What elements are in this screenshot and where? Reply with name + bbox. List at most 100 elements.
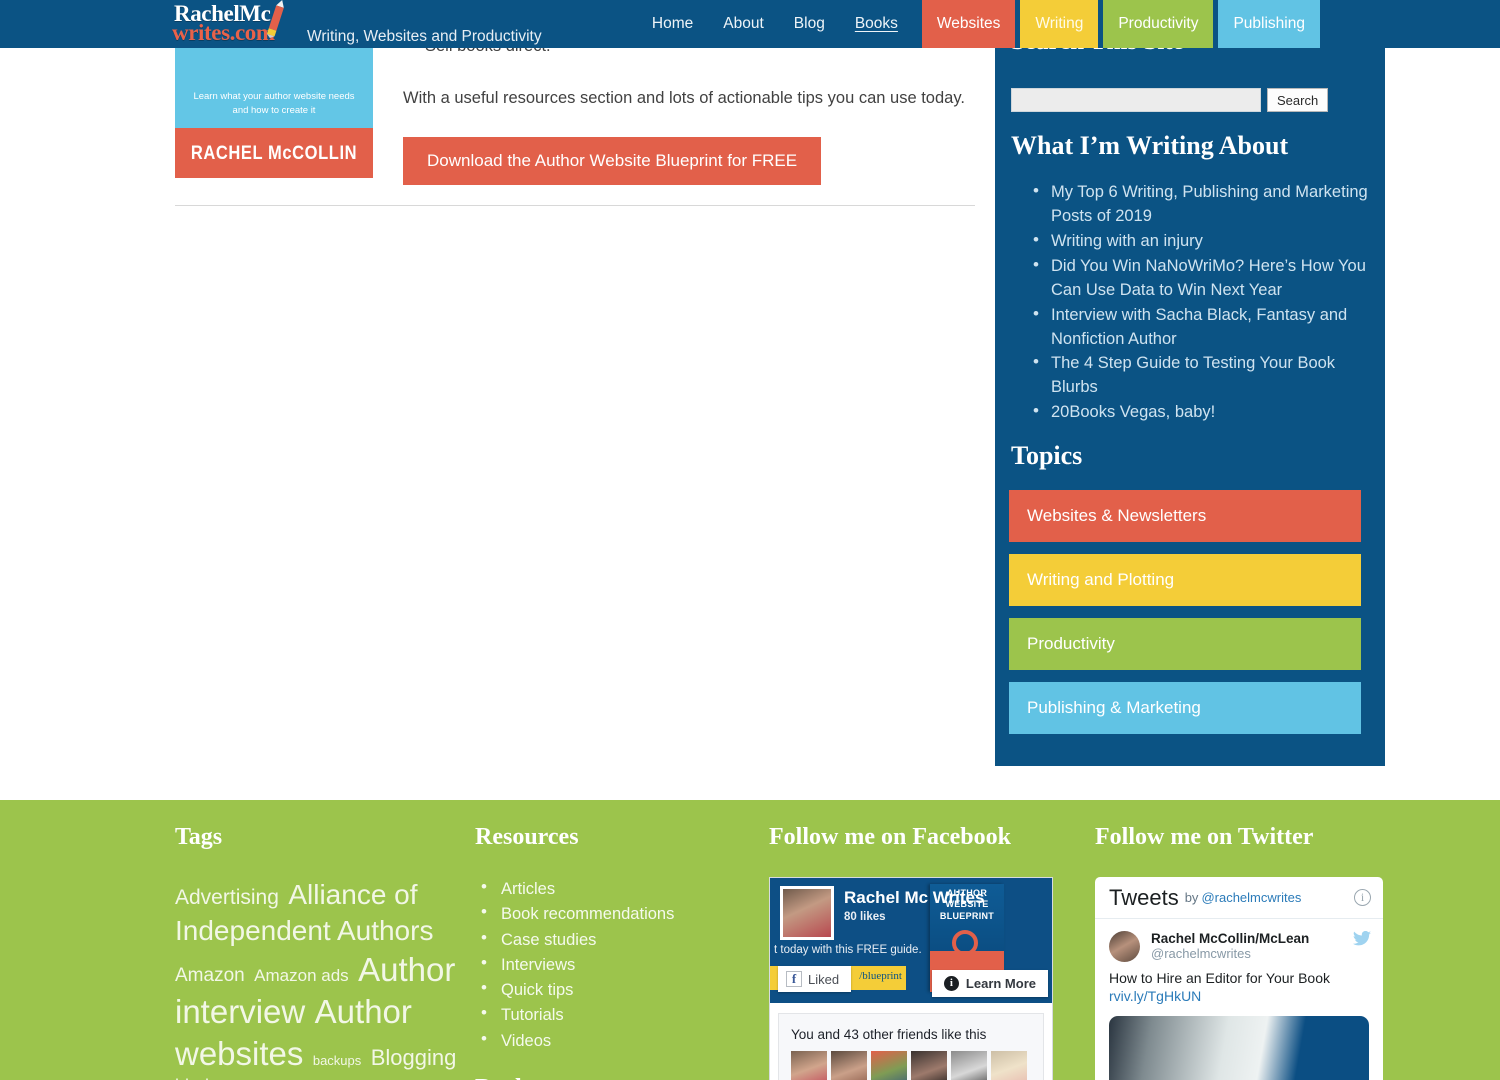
page-root: Learn what your author website needs and…	[0, 0, 1500, 1080]
list-item[interactable]: Interviews	[475, 951, 755, 977]
content-paragraph: With a useful resources section and lots…	[403, 88, 965, 107]
site-search-form: Search	[1011, 88, 1329, 112]
header-inner: RachelMc writes.com Writing, Websites an…	[0, 0, 1500, 48]
facebook-learn-more-label: Learn More	[965, 976, 1036, 991]
avatar	[831, 1051, 867, 1080]
list-item[interactable]: Did You Win NaNoWriMo? Here’s How You Ca…	[1031, 253, 1371, 303]
logo-line-2: writes.com	[172, 20, 275, 45]
twitter-widget-header: Tweets by @rachelmcwrites i	[1095, 877, 1383, 919]
tag-link[interactable]: Advertising	[175, 886, 279, 909]
search-button[interactable]: Search	[1267, 88, 1329, 112]
site-header: RachelMc writes.com Writing, Websites an…	[0, 0, 1500, 48]
twitter-bird-icon	[1353, 930, 1371, 951]
avatar	[911, 1051, 947, 1080]
tag-link[interactable]: Amazon ads	[254, 966, 349, 985]
info-icon[interactable]: i	[1354, 889, 1371, 906]
tag-link[interactable]: backups	[313, 1053, 361, 1068]
post-link[interactable]: Did You Win NaNoWriMo? Here’s How You Ca…	[1051, 257, 1366, 299]
topics-heading: Topics	[1011, 441, 1083, 470]
list-item[interactable]: The 4 Step Guide to Testing Your Book Bl…	[1031, 350, 1371, 400]
footer-twitter-column: Follow me on Twitter Tweets by @rachelmc…	[1095, 824, 1395, 1080]
tag-cloud: Advertising Alliance of Independent Auth…	[175, 877, 465, 1080]
facebook-cover-text: t today with this FREE guide.	[774, 944, 922, 956]
twitter-widget-handle[interactable]: @rachelmcwrites	[1201, 890, 1301, 905]
nav-item-home[interactable]: Home	[637, 0, 708, 48]
recent-posts-list: My Top 6 Writing, Publishing and Marketi…	[1031, 179, 1371, 426]
facebook-f-icon: f	[786, 971, 802, 987]
footer-resources-column: Resources Articles Book recommendations …	[475, 824, 755, 1080]
twitter-heading: Follow me on Twitter	[1095, 824, 1314, 850]
topic-writing-plotting[interactable]: Writing and Plotting	[1009, 554, 1361, 606]
tweet-author-name[interactable]: Rachel McCollin/McLean	[1151, 931, 1369, 946]
tweet-author-handle[interactable]: @rachelmcwrites	[1151, 946, 1369, 961]
site-logo[interactable]: RachelMc writes.com	[172, 0, 304, 45]
post-link[interactable]: 20Books Vegas, baby!	[1051, 403, 1215, 421]
resources-list: Articles Book recommendations Case studi…	[475, 875, 755, 1053]
tag-link[interactable]: blurbs	[175, 1076, 224, 1080]
list-item[interactable]: Quick tips	[475, 976, 755, 1002]
nav-item-websites[interactable]: Websites	[921, 0, 1016, 48]
topic-websites-newsletters[interactable]: Websites & Newsletters	[1009, 490, 1361, 542]
writing-about-heading: What I’m Writing About	[1011, 131, 1289, 160]
content-body: Sell books direct. With a useful resourc…	[403, 33, 975, 186]
facebook-page-name: Rachel Mc Writes	[844, 888, 985, 907]
facebook-learn-more-button[interactable]: i Learn More	[931, 970, 1048, 997]
list-item[interactable]: Tutorials	[475, 1001, 755, 1027]
list-item[interactable]: Book recommendations	[475, 900, 755, 926]
site-footer: Tags Advertising Alliance of Independent…	[0, 800, 1500, 1080]
facebook-friends-text: You and 43 other friends like this	[791, 1027, 987, 1042]
book-cover-author: RACHEL McCOLLIN	[190, 141, 358, 164]
list-item[interactable]: Writing with an injury	[1031, 228, 1371, 254]
facebook-liked-button[interactable]: f Liked	[778, 966, 852, 992]
post-link[interactable]: Writing with an injury	[1051, 232, 1203, 250]
facebook-cover: AUTHOR WEBSITE BLUEPRINT RACHEL McCOLLIN…	[770, 878, 1052, 1003]
tags-heading: Tags	[175, 824, 223, 850]
list-item[interactable]: Case studies	[475, 925, 755, 952]
facebook-page-widget[interactable]: AUTHOR WEBSITE BLUEPRINT RACHEL McCOLLIN…	[769, 877, 1053, 1080]
site-tagline: Writing, Websites and Productivity	[307, 28, 542, 45]
post-link[interactable]: My Top 6 Writing, Publishing and Marketi…	[1051, 183, 1368, 225]
twitter-timeline-widget[interactable]: Tweets by @rachelmcwrites i Rachel McCol…	[1095, 877, 1383, 1080]
globe-icon	[952, 930, 978, 956]
list-item[interactable]: Interview with Sacha Black, Fantasy and …	[1031, 302, 1371, 352]
facebook-social-proof: You and 43 other friends like this	[778, 1013, 1044, 1080]
info-icon: i	[943, 976, 959, 991]
sidebar: Search This Site Search What I’m Writing…	[995, 0, 1385, 766]
topic-productivity[interactable]: Productivity	[1009, 618, 1361, 670]
avatar	[780, 886, 834, 940]
avatar	[991, 1051, 1027, 1080]
tag-link[interactable]: Amazon	[175, 965, 245, 986]
book-cover-author-band: RACHEL McCOLLIN	[175, 128, 373, 178]
nav-item-books[interactable]: Books	[840, 0, 913, 48]
nav-item-publishing[interactable]: Publishing	[1218, 0, 1320, 48]
post-link[interactable]: Interview with Sacha Black, Fantasy and …	[1051, 306, 1347, 348]
twitter-widget-title: Tweets	[1109, 884, 1179, 910]
list-item[interactable]: Articles	[475, 875, 755, 901]
nav-item-writing[interactable]: Writing	[1020, 0, 1099, 48]
facebook-like-count: 80 likes	[844, 911, 886, 923]
main-navigation: Home About Blog Books Websites Writing P…	[637, 0, 1320, 48]
avatar	[1109, 931, 1140, 962]
tweet-photo[interactable]	[1109, 1016, 1369, 1080]
list-item[interactable]: My Top 6 Writing, Publishing and Marketi…	[1031, 179, 1371, 229]
download-blueprint-button[interactable]: Download the Author Website Blueprint fo…	[403, 137, 822, 186]
search-input[interactable]	[1011, 88, 1261, 112]
post-link[interactable]: The 4 Step Guide to Testing Your Book Bl…	[1051, 354, 1335, 396]
twitter-widget-by: by	[1184, 890, 1199, 905]
content-divider	[175, 205, 975, 206]
nav-item-about[interactable]: About	[708, 0, 779, 48]
tag-link[interactable]: Blogging	[371, 1045, 457, 1070]
facebook-cover-url: /blueprint	[859, 970, 902, 982]
tweet-link[interactable]: rviv.ly/TgHkUN	[1109, 988, 1369, 1004]
nav-item-productivity[interactable]: Productivity	[1103, 0, 1214, 48]
resources-heading: Resources	[475, 824, 579, 850]
facebook-friend-avatars	[791, 1051, 1031, 1080]
list-item[interactable]: Videos	[475, 1026, 755, 1053]
books-heading: Books	[475, 1075, 755, 1080]
avatar	[871, 1051, 907, 1080]
topics-list: Websites & Newsletters Writing and Plott…	[1009, 490, 1361, 746]
topic-publishing-marketing[interactable]: Publishing & Marketing	[1009, 682, 1361, 734]
list-item[interactable]: 20Books Vegas, baby!	[1031, 399, 1371, 425]
facebook-liked-label: Liked	[808, 971, 840, 987]
nav-item-blog[interactable]: Blog	[779, 0, 840, 48]
